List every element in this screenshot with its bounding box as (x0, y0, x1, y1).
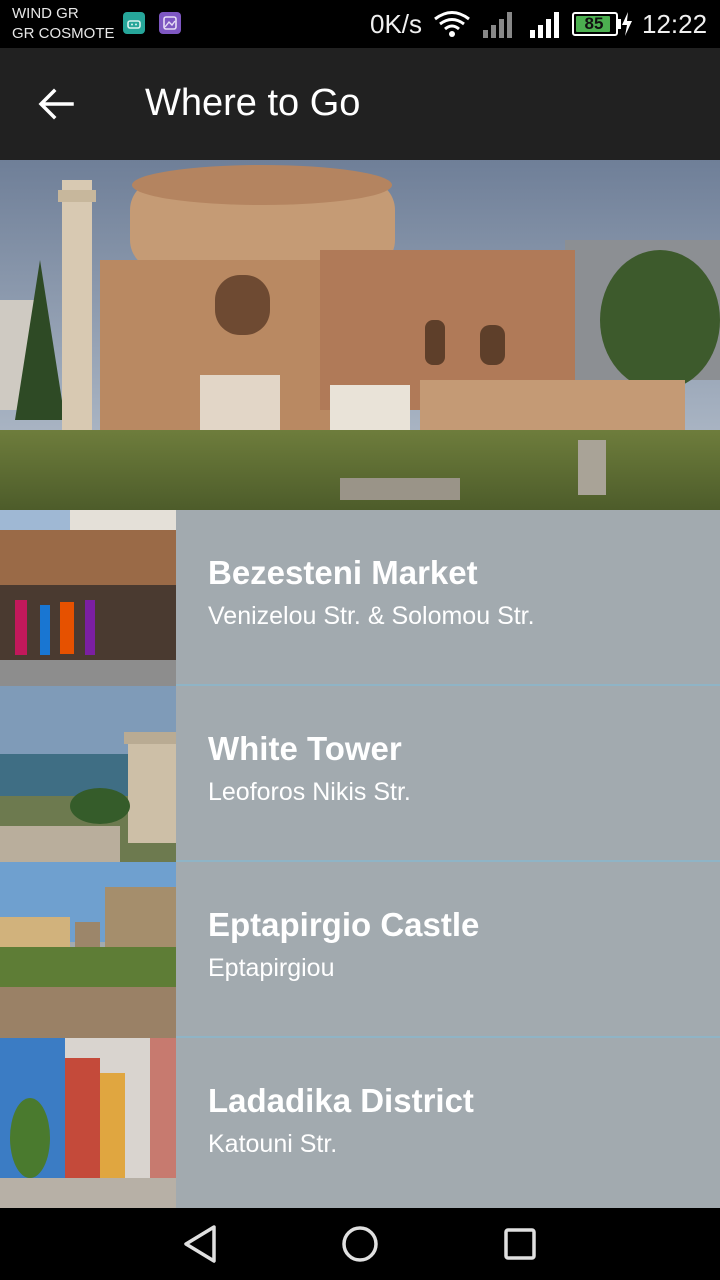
android-notification-icon (123, 12, 145, 34)
circle-home-icon (342, 1226, 378, 1262)
place-title: Eptapirgio Castle (208, 906, 480, 943)
square-recent-icon (504, 1228, 536, 1260)
back-button[interactable] (24, 80, 88, 128)
charging-icon (622, 12, 632, 36)
nav-home-button[interactable] (338, 1222, 382, 1266)
place-address: Venizelou Str. & Solomou Str. (208, 602, 535, 630)
ladadika-district-thumbnail (0, 1038, 176, 1208)
list-item[interactable]: White Tower Leoforos Nikis Str. (0, 686, 720, 862)
places-list: Bezesteni Market Venizelou Str. & Solomo… (0, 510, 720, 1208)
list-item[interactable]: Bezesteni Market Venizelou Str. & Solomo… (0, 510, 720, 686)
gallery-notification-icon (159, 12, 181, 34)
place-title: White Tower (208, 730, 402, 767)
nav-back-button[interactable] (178, 1222, 222, 1266)
network-speed: 0K/s (370, 9, 423, 39)
list-item[interactable]: Ladadika District Katouni Str. (0, 1038, 720, 1208)
place-title: Ladadika District (208, 1082, 474, 1119)
page-title: Where to Go (145, 82, 361, 124)
list-item[interactable]: Eptapirgio Castle Eptapirgiou (0, 862, 720, 1038)
wifi-icon (434, 11, 470, 37)
place-address: Eptapirgiou (208, 954, 335, 982)
place-address: Leoforos Nikis Str. (208, 778, 411, 806)
battery-level: 85 (584, 14, 604, 33)
signal-strength-icon-sim1 (483, 12, 512, 38)
place-address: Katouni Str. (208, 1130, 338, 1158)
clock: 12:22 (642, 9, 708, 39)
bezesteni-market-thumbnail (0, 510, 176, 686)
hero-image (0, 160, 720, 510)
battery-icon: 85 (572, 12, 618, 36)
nav-recent-apps-button[interactable] (498, 1222, 542, 1266)
place-title: Bezesteni Market (208, 554, 478, 591)
arrow-back-icon (38, 88, 74, 120)
status-bar: WIND GR GR COSMOTE 0K/s 85 12:22 (0, 0, 720, 48)
triangle-back-icon (184, 1225, 216, 1263)
carrier-line-2: GR COSMOTE (12, 25, 115, 42)
white-tower-thumbnail (0, 686, 176, 862)
app-bar: Where to Go (0, 48, 720, 160)
system-navigation-bar (0, 1208, 720, 1280)
eptapirgio-castle-thumbnail (0, 862, 176, 1038)
signal-strength-icon-sim2 (530, 12, 559, 38)
carrier-line-1: WIND GR (12, 5, 79, 22)
carrier-info: WIND GR GR COSMOTE (12, 4, 115, 44)
